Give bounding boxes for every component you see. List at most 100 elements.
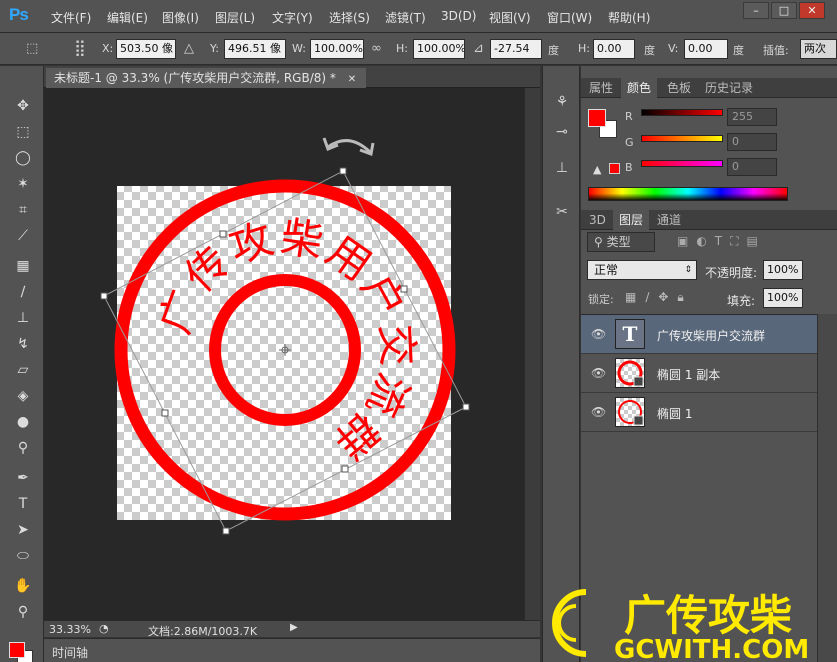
y-field[interactable]: 496.51 像 bbox=[224, 39, 286, 59]
menu-filter[interactable]: 滤镜(T) bbox=[385, 9, 426, 26]
status-menu-icon[interactable]: ◔ bbox=[99, 622, 109, 635]
pen-tool-icon[interactable]: ✒ bbox=[12, 468, 34, 488]
menu-window[interactable]: 窗口(W) bbox=[547, 9, 592, 26]
menu-3d[interactable]: 3D(D) bbox=[441, 9, 476, 23]
tab-color[interactable]: 颜色 bbox=[621, 78, 658, 98]
close-tab-icon[interactable]: ✕ bbox=[348, 74, 356, 85]
maximize-button[interactable]: □ bbox=[771, 2, 797, 19]
layer-filter-icons[interactable]: ▣◐T⛶▤ bbox=[677, 234, 766, 249]
vskew-field[interactable]: 0.00 bbox=[684, 39, 728, 59]
clone-source-icon[interactable]: ⊥ bbox=[552, 158, 572, 178]
fill-field[interactable]: 100% bbox=[763, 288, 803, 308]
minimize-button[interactable]: – bbox=[743, 2, 769, 19]
visibility-eye-icon[interactable]: 👁︎ bbox=[591, 327, 606, 341]
g-value-field[interactable]: 0 bbox=[727, 133, 777, 151]
layer-row-ellipse[interactable]: 👁︎ 椭圆 1 bbox=[581, 393, 817, 432]
eyedropper-icon[interactable]: ⟋ bbox=[12, 226, 34, 246]
crop-tool-icon[interactable]: ⌗ bbox=[12, 200, 34, 220]
b-slider[interactable] bbox=[641, 160, 723, 167]
ellipse-tool-icon[interactable]: ⬭ bbox=[12, 546, 34, 566]
zoom-level[interactable]: 33.33% bbox=[49, 623, 91, 636]
tool-presets-icon[interactable]: ✂ bbox=[552, 202, 572, 222]
r-slider[interactable] bbox=[641, 109, 723, 116]
history-brush-icon[interactable]: ↯ bbox=[12, 334, 34, 354]
visibility-eye-icon[interactable]: 👁︎ bbox=[591, 405, 606, 419]
blend-mode-select[interactable]: 正常 ⇕ bbox=[587, 260, 697, 280]
w-field[interactable]: 100.00% bbox=[310, 39, 364, 59]
transform-handle[interactable] bbox=[222, 527, 230, 535]
tab-3d[interactable]: 3D bbox=[583, 210, 612, 230]
opacity-field[interactable]: 100% bbox=[763, 260, 803, 280]
layer-row-text[interactable]: 👁︎ T 广传攻柴用户交流群 bbox=[581, 315, 817, 354]
h-field[interactable]: 100.00% bbox=[413, 39, 465, 59]
vertical-scrollbar[interactable] bbox=[524, 88, 540, 620]
tab-channels[interactable]: 通道 bbox=[651, 210, 687, 230]
dodge-tool-icon[interactable]: ⚲ bbox=[12, 438, 34, 458]
foreground-color-swatch[interactable] bbox=[9, 642, 25, 658]
healing-brush-icon[interactable]: ▦ bbox=[12, 256, 34, 276]
transform-handle[interactable] bbox=[341, 465, 349, 473]
panel-icon-strip: ⚘ ⊸ ⊥ ✂ bbox=[542, 66, 580, 662]
x-field[interactable]: 503.50 像 bbox=[116, 39, 176, 59]
g-slider[interactable] bbox=[641, 135, 723, 142]
magic-wand-icon[interactable]: ✶ bbox=[12, 174, 34, 194]
color-foreground-chip[interactable] bbox=[588, 109, 606, 127]
brush-presets-icon[interactable]: ⚘ bbox=[552, 92, 572, 112]
reference-point-icon[interactable]: ⣿ bbox=[74, 38, 86, 57]
gamut-color-chip[interactable] bbox=[609, 163, 620, 174]
link-icon[interactable]: ∞ bbox=[371, 41, 382, 56]
transform-handle[interactable] bbox=[462, 403, 470, 411]
tab-history[interactable]: 历史记录 bbox=[699, 78, 759, 98]
lasso-tool-icon[interactable]: ◯ bbox=[12, 148, 34, 168]
menu-edit[interactable]: 编辑(E) bbox=[107, 9, 148, 26]
move-tool-icon[interactable]: ✥ bbox=[12, 96, 34, 116]
menu-file[interactable]: 文件(F) bbox=[51, 9, 91, 26]
lock-icons[interactable]: ▦∕✥🔒︎ bbox=[625, 290, 693, 305]
layer-filter-select[interactable]: ⚲ 类型 bbox=[587, 232, 655, 252]
menu-view[interactable]: 视图(V) bbox=[489, 9, 531, 26]
transform-handle[interactable] bbox=[100, 292, 108, 300]
transform-handle[interactable] bbox=[400, 285, 408, 293]
r-value-field[interactable]: 255 bbox=[727, 108, 777, 126]
w-label: W: bbox=[292, 42, 306, 55]
marquee-tool-icon[interactable]: ⬚ bbox=[12, 122, 34, 142]
paint-bucket-icon[interactable]: ◈ bbox=[12, 386, 34, 406]
visibility-eye-icon[interactable]: 👁︎ bbox=[591, 366, 606, 380]
document-canvas[interactable]: 广传攻柴用户交流群 bbox=[44, 88, 540, 620]
blur-tool-icon[interactable]: ● bbox=[12, 412, 34, 432]
hand-tool-icon[interactable]: ✋ bbox=[12, 576, 34, 596]
transform-handle[interactable] bbox=[219, 230, 227, 238]
clone-stamp-icon[interactable]: ⊥ bbox=[12, 308, 34, 328]
menu-help[interactable]: 帮助(H) bbox=[608, 9, 650, 26]
brush-settings-icon[interactable]: ⊸ bbox=[552, 122, 572, 142]
transform-handle[interactable] bbox=[161, 409, 169, 417]
canvas-area[interactable]: 广传攻柴用户交流群 bbox=[44, 88, 540, 620]
transform-handle[interactable] bbox=[339, 167, 347, 175]
timeline-label[interactable]: 时间轴 bbox=[52, 644, 88, 661]
transform-tool-icon[interactable]: ⬚ bbox=[26, 41, 38, 56]
menu-select[interactable]: 选择(S) bbox=[329, 9, 370, 26]
close-button[interactable]: ✕ bbox=[799, 2, 825, 19]
interpolation-select[interactable]: 两次 bbox=[800, 39, 837, 59]
menu-type[interactable]: 文字(Y) bbox=[272, 9, 313, 26]
zoom-tool-icon[interactable]: ⚲ bbox=[12, 602, 34, 622]
tab-properties[interactable]: 属性 bbox=[583, 78, 619, 98]
relative-position-icon[interactable]: △ bbox=[184, 41, 194, 56]
layer-row-ellipse-copy[interactable]: 👁︎ 椭圆 1 副本 bbox=[581, 354, 817, 393]
angle-field[interactable]: -27.54 bbox=[490, 39, 542, 59]
timeline-bar[interactable]: 时间轴 bbox=[44, 638, 540, 662]
document-tab[interactable]: 未标题-1 @ 33.3% (广传攻柴用户交流群, RGB/8) * ✕ bbox=[46, 68, 367, 88]
path-selection-icon[interactable]: ➤ bbox=[12, 520, 34, 540]
tab-layers[interactable]: 图层 bbox=[613, 210, 650, 230]
brush-tool-icon[interactable]: ∕ bbox=[12, 282, 34, 302]
type-tool-icon[interactable]: T bbox=[12, 494, 34, 514]
hskew-field[interactable]: 0.00 bbox=[593, 39, 635, 59]
lock-label: 锁定: bbox=[588, 293, 614, 306]
menu-layer[interactable]: 图层(L) bbox=[215, 9, 255, 26]
b-value-field[interactable]: 0 bbox=[727, 158, 777, 176]
color-spectrum-bar[interactable] bbox=[588, 187, 788, 201]
status-expand-icon[interactable]: ▶ bbox=[290, 622, 298, 633]
menu-image[interactable]: 图像(I) bbox=[162, 9, 199, 26]
eraser-tool-icon[interactable]: ▱ bbox=[12, 360, 34, 380]
tab-swatches[interactable]: 色板 bbox=[661, 78, 697, 98]
